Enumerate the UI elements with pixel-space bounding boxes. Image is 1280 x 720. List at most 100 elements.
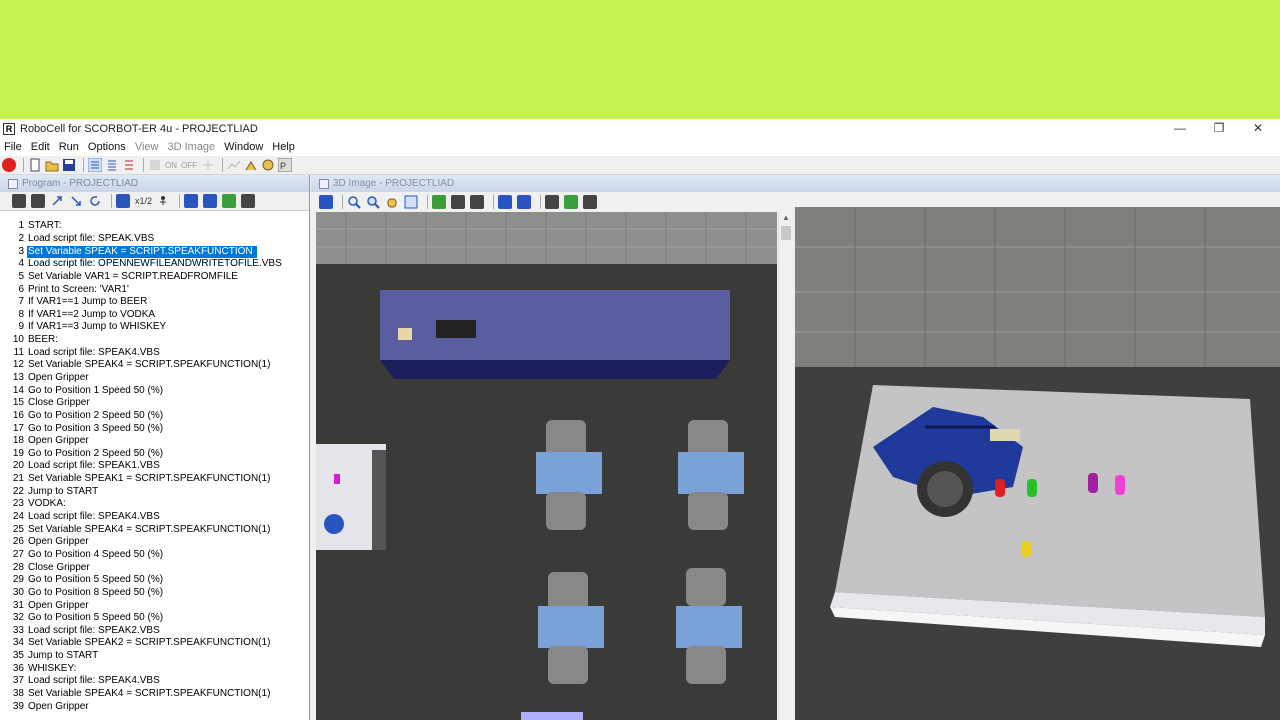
program-line[interactable]: 24 Load script file: SPEAK4.VBS xyxy=(0,511,310,524)
program-line[interactable]: 9 If VAR1==3 Jump to WHISKEY xyxy=(0,321,310,334)
3d-viewport-top[interactable] xyxy=(316,212,777,720)
program-line[interactable]: 36 WHISKEY: xyxy=(0,662,310,675)
program-line[interactable]: 34 Set Variable SPEAK2 = SCRIPT.SPEAKFUNC… xyxy=(0,637,310,650)
camera-2-icon[interactable] xyxy=(451,195,465,209)
program-line[interactable]: 33 Load script file: SPEAK2.VBS xyxy=(0,625,310,638)
stop-icon[interactable] xyxy=(2,158,16,172)
program-line[interactable]: 6 Print to Screen: 'VAR1' xyxy=(0,283,310,296)
robot-view-icon[interactable] xyxy=(545,195,559,209)
line-number: 16 xyxy=(12,409,24,421)
open-folder-icon[interactable] xyxy=(45,158,59,172)
menu-file[interactable]: File xyxy=(4,141,22,153)
speed-robot-icon[interactable] xyxy=(116,194,130,208)
scene-settings-icon[interactable] xyxy=(583,195,597,209)
robot-search-icon[interactable] xyxy=(261,158,275,172)
control-off-label[interactable]: OFF xyxy=(181,161,197,170)
teach-pendant-icon[interactable] xyxy=(148,158,162,172)
scroll-thumb[interactable] xyxy=(781,226,791,240)
menu-options[interactable]: Options xyxy=(88,141,126,153)
program-line[interactable]: 23 VODKA: xyxy=(0,498,310,511)
minimize-button[interactable]: — xyxy=(1160,119,1200,138)
menu-view[interactable]: View xyxy=(135,141,159,153)
program-line[interactable]: 14 Go to Position 1 Speed 50 (%) xyxy=(0,384,310,397)
viewport-scrollbar[interactable]: ▲ xyxy=(778,212,792,720)
program-line[interactable]: 28 Close Gripper xyxy=(0,561,310,574)
zoom-in-icon[interactable] xyxy=(366,195,380,209)
program-line[interactable]: 5 Set Variable VAR1 = SCRIPT.READFROMFILE xyxy=(0,271,310,284)
program-line[interactable]: 18 Open Gripper xyxy=(0,435,310,448)
new-file-icon[interactable] xyxy=(28,158,42,172)
add-command-icon[interactable] xyxy=(222,194,237,208)
speed-half-button[interactable]: x1/2 xyxy=(135,196,152,206)
variables-list-icon[interactable] xyxy=(122,158,136,172)
program-settings-icon[interactable] xyxy=(241,194,256,208)
robot-home-icon[interactable] xyxy=(244,158,258,172)
menu-run[interactable]: Run xyxy=(59,141,79,153)
pan-hand-icon[interactable] xyxy=(385,195,399,209)
menu-window[interactable]: Window xyxy=(224,141,263,153)
program-line[interactable]: 1 START: xyxy=(0,220,310,233)
program-line[interactable]: 26 Open Gripper xyxy=(0,536,310,549)
restore-button[interactable]: ❐ xyxy=(1199,119,1239,138)
program-line[interactable]: 38 Set Variable SPEAK4 = SCRIPT.SPEAKFUNC… xyxy=(0,688,310,701)
program-panel-titlebar[interactable]: Program - PROJECTLIAD xyxy=(0,175,309,192)
program-line[interactable]: 7 If VAR1==1 Jump to BEER xyxy=(0,296,310,309)
program-line[interactable]: 21 Set Variable SPEAK1 = SCRIPT.SPEAKFUNC… xyxy=(0,473,310,486)
show-trajectory-icon[interactable] xyxy=(517,195,531,209)
pause-icon[interactable] xyxy=(156,194,170,208)
save-icon[interactable] xyxy=(62,158,76,172)
program-line[interactable]: 11 Load script file: SPEAK4.VBS xyxy=(0,346,310,359)
program-line[interactable]: 8 If VAR1==2 Jump to VODKA xyxy=(0,308,310,321)
program-line[interactable]: 16 Go to Position 2 Speed 50 (%) xyxy=(0,410,310,423)
line-number: 6 xyxy=(18,283,24,295)
camera-1-icon[interactable] xyxy=(432,195,446,209)
fit-view-icon[interactable] xyxy=(404,195,418,209)
program-line[interactable]: 2 Load script file: SPEAK.VBS xyxy=(0,233,310,246)
loop-icon[interactable] xyxy=(88,194,102,208)
close-button[interactable]: ✕ xyxy=(1238,119,1278,138)
3d-panel-titlebar[interactable]: 3D Image - PROJECTLIAD xyxy=(311,175,1280,192)
program-line[interactable]: 19 Go to Position 2 Speed 50 (%) xyxy=(0,448,310,461)
scroll-up-arrow[interactable]: ▲ xyxy=(779,212,793,224)
axis-control-icon[interactable] xyxy=(201,158,215,172)
program-line[interactable]: 15 Close Gripper xyxy=(0,397,310,410)
program-line[interactable]: 29 Go to Position 5 Speed 50 (%) xyxy=(0,574,310,587)
show-positions-icon[interactable] xyxy=(498,195,512,209)
menu-edit[interactable]: Edit xyxy=(31,141,50,153)
3d-viewport-perspective[interactable] xyxy=(795,207,1280,720)
step-back-icon[interactable] xyxy=(50,194,64,208)
program-line[interactable]: 10 BEER: xyxy=(0,334,310,347)
menu-help[interactable]: Help xyxy=(272,141,295,153)
program-line[interactable]: 37 Load script file: SPEAK4.VBS xyxy=(0,675,310,688)
program-line[interactable]: 30 Go to Position 8 Speed 50 (%) xyxy=(0,587,310,600)
graph-icon[interactable] xyxy=(227,158,241,172)
program-line[interactable]: 32 Go to Position 5 Speed 50 (%) xyxy=(0,612,310,625)
view-select-icon[interactable] xyxy=(319,195,333,209)
program-line[interactable]: 17 Go to Position 3 Speed 50 (%) xyxy=(0,422,310,435)
program-line[interactable]: 13 Open Gripper xyxy=(0,372,310,385)
objects-icon[interactable] xyxy=(564,195,578,209)
program-mode-icon[interactable]: P xyxy=(277,157,293,173)
record-position-icon[interactable] xyxy=(203,194,218,208)
program-line[interactable]: 22 Jump to START xyxy=(0,485,310,498)
run-program-icon[interactable] xyxy=(31,194,45,208)
step-forward-icon[interactable] xyxy=(69,194,83,208)
program-list-icon[interactable] xyxy=(87,157,103,173)
program-line[interactable]: 12 Set Variable SPEAK4 = SCRIPT.SPEAKFUNC… xyxy=(0,359,310,372)
control-on-label[interactable]: ON xyxy=(165,161,177,170)
run-single-icon[interactable] xyxy=(12,194,26,208)
program-line[interactable]: 20 Load script file: SPEAK1.VBS xyxy=(0,460,310,473)
teach-position-icon[interactable] xyxy=(184,194,199,208)
program-line[interactable]: 27 Go to Position 4 Speed 50 (%) xyxy=(0,549,310,562)
program-line[interactable]: 35 Jump to START xyxy=(0,650,310,663)
camera-3-icon[interactable] xyxy=(470,195,484,209)
program-line[interactable]: 31 Open Gripper xyxy=(0,599,310,612)
program-line[interactable]: 25 Set Variable SPEAK4 = SCRIPT.SPEAKFUNC… xyxy=(0,523,310,536)
program-line[interactable]: 3 Set Variable SPEAK = SCRIPT.SPEAKFUNCTI… xyxy=(0,245,310,258)
program-line[interactable]: 4 Load script file: OPENNEWFILEANDWRITETO… xyxy=(0,258,310,271)
program-line[interactable]: 39 Open Gripper xyxy=(0,700,310,713)
positions-list-icon[interactable] xyxy=(105,158,119,172)
zoom-icon[interactable] xyxy=(347,195,361,209)
menu-3d-image[interactable]: 3D Image xyxy=(167,141,215,153)
program-lines-list[interactable]: 1 START: 2 Load script file: SPEAK.VBS 3 Set … xyxy=(0,220,310,713)
